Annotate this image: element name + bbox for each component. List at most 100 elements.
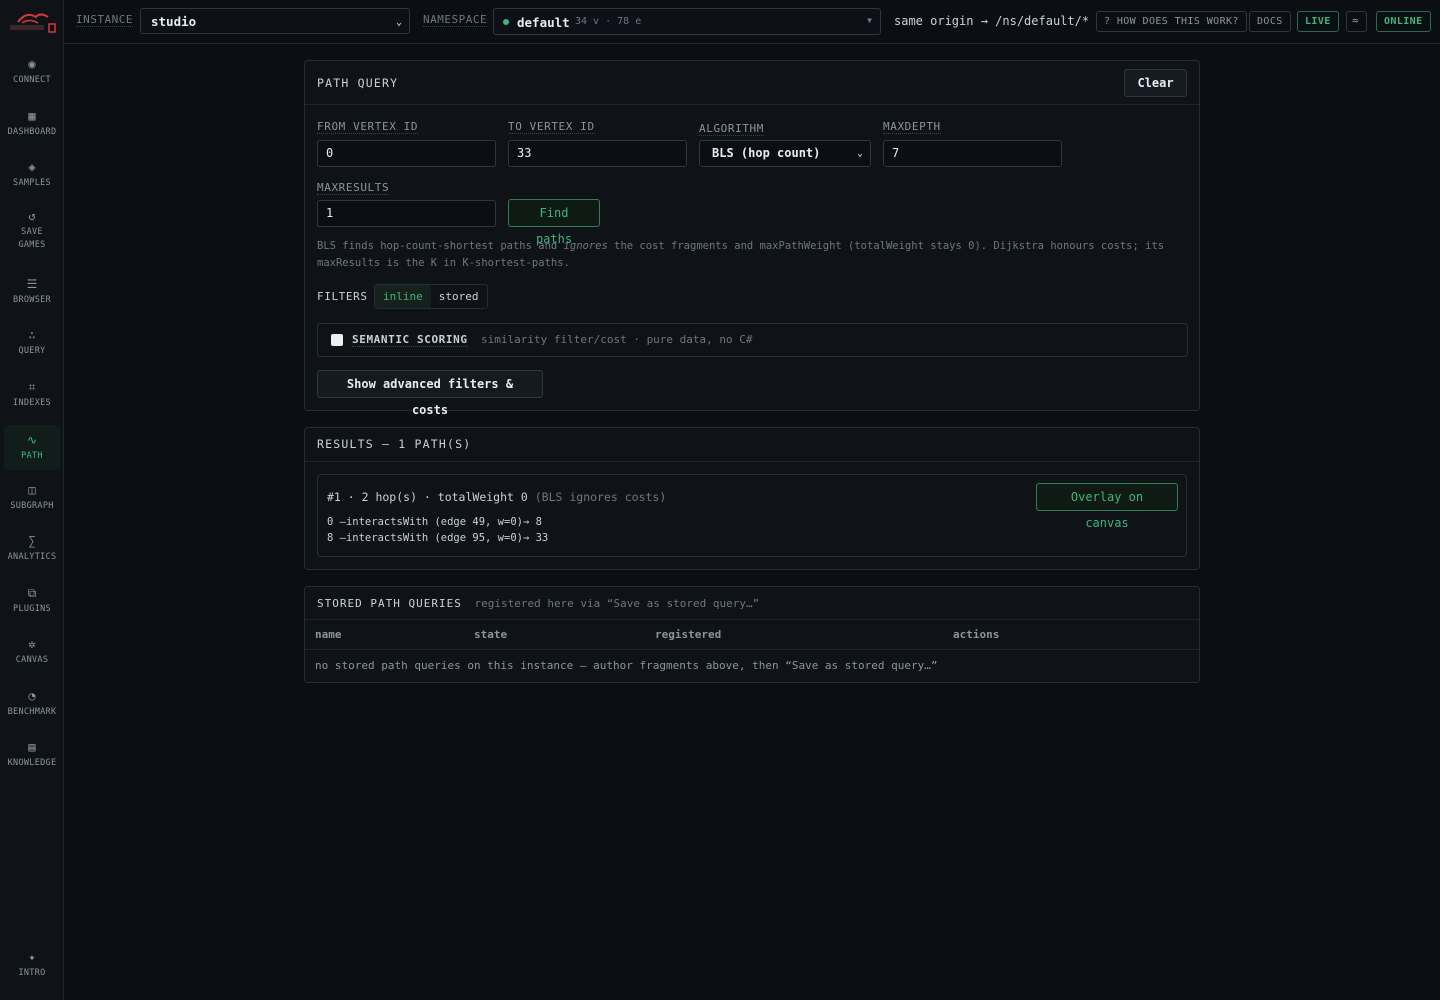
path-result-card: #1 · 2 hop(s) · totalWeight 0 (BLS ignor… <box>317 474 1187 557</box>
sidebar-item-label: QUERY <box>18 346 46 356</box>
results-panel: RESULTS — 1 PATH(S) #1 · 2 hop(s) · tota… <box>304 427 1200 570</box>
note-emphasis: ignores <box>563 240 608 252</box>
filter-stored-tab[interactable]: stored <box>431 285 487 308</box>
sidebar-item-indexes[interactable]: ⌗ INDEXES <box>4 378 60 414</box>
semantic-scoring-checkbox[interactable] <box>331 334 343 346</box>
stored-queries-title: STORED PATH QUERIES <box>317 597 462 610</box>
canvas-icon: ✲ <box>28 637 36 651</box>
path-icon: ∿ <box>26 433 38 447</box>
filters-toggle: inline stored <box>374 284 488 309</box>
app-logo[interactable] <box>6 8 58 36</box>
clear-button[interactable]: Clear <box>1124 69 1187 97</box>
algorithm-label: ALGORITHM <box>699 122 765 136</box>
logo-icon <box>10 13 56 33</box>
dashboard-icon: ▦ <box>28 109 36 123</box>
namespace-select[interactable]: default 34 v · 78 e ▼ <box>493 8 881 35</box>
sidebar-item-browser[interactable]: ☰ BROWSER <box>4 275 60 311</box>
overlay-on-canvas-button[interactable]: Overlay on canvas <box>1036 483 1178 530</box>
sidebar: ◉ CONNECT ▦ DASHBOARD ◈ SAMPLES ↺ SAVE GAMES ☰ BR… <box>0 0 64 1000</box>
algorithm-value: BLS (hop count) <box>712 146 821 160</box>
table-header-row: name state registered actions <box>305 619 1199 650</box>
show-advanced-button[interactable]: Show advanced filters & costs <box>317 370 543 417</box>
from-vertex-input[interactable]: 0 <box>317 140 496 167</box>
sidebar-item-intro[interactable]: ✦ INTRO <box>4 950 60 980</box>
sidebar-item-connect[interactable]: ◉ CONNECT <box>4 55 60 91</box>
path-hop: 0 —interactsWith (edge 49, w=0)→ 8 <box>327 516 542 528</box>
path-summary: #1 · 2 hop(s) · totalWeight 0 <box>327 490 528 504</box>
sidebar-item-benchmark[interactable]: ◔ BENCHMARK <box>4 687 60 723</box>
from-vertex-label: FROM VERTEX ID <box>317 120 419 134</box>
namespace-label: NAMESPACE <box>423 13 488 27</box>
note-text-line2: maxResults is the K in K-shortest-paths. <box>317 257 570 269</box>
sidebar-item-label: KNOWLEDGE <box>7 758 57 768</box>
note-text-a: BLS finds hop-count-shortest paths and <box>317 240 564 252</box>
sidebar-item-label: BENCHMARK <box>7 707 57 717</box>
filter-inline-tab[interactable]: inline <box>375 285 431 308</box>
live-toggle[interactable]: LIVE <box>1297 11 1339 32</box>
instance-label: INSTANCE <box>76 13 133 27</box>
sidebar-item-subgraph[interactable]: ◫ SUBGRAPH <box>4 481 60 517</box>
sidebar-item-label: CANVAS <box>15 655 49 665</box>
sidebar-item-label: PATH <box>21 451 43 461</box>
sidebar-item-label: SAVE GAMES <box>18 227 46 250</box>
help-button[interactable]: ? HOW DOES THIS WORK? <box>1096 11 1247 32</box>
benchmark-icon: ◔ <box>28 689 36 703</box>
maxresults-label: MAXRESULTS <box>317 181 390 195</box>
docs-button[interactable]: DOCS <box>1249 11 1291 32</box>
algorithm-note: BLS finds hop-count-shortest paths and i… <box>317 238 1189 272</box>
maxresults-input[interactable]: 1 <box>317 200 496 227</box>
path-query-panel: PATH QUERY Clear FROM VERTEX ID 0 TO VER… <box>304 60 1200 417</box>
column-header-actions: actions <box>943 619 1199 650</box>
algorithm-select[interactable]: BLS (hop count) ⌄ <box>699 140 871 167</box>
sidebar-item-label: DASHBOARD <box>7 127 57 137</box>
chevron-down-icon: ⌄ <box>856 148 863 159</box>
sidebar-item-samples[interactable]: ◈ SAMPLES <box>4 158 60 194</box>
sidebar-item-canvas[interactable]: ✲ CANVAS <box>4 635 60 671</box>
sidebar-item-plugins[interactable]: ⧉ PLUGINS <box>4 584 60 620</box>
sidebar-item-label: CONNECT <box>13 75 51 85</box>
save-games-icon: ↺ <box>28 209 36 223</box>
namespace-stats: 34 v · 78 e <box>575 16 642 27</box>
browser-icon: ☰ <box>26 277 38 291</box>
knowledge-icon: ▤ <box>28 740 36 754</box>
path-result-head: #1 · 2 hop(s) · totalWeight 0 (BLS ignor… <box>327 490 666 504</box>
maxdepth-input[interactable]: 7 <box>883 140 1062 167</box>
column-header-state: state <box>464 619 645 650</box>
filters-label: FILTERS <box>317 290 368 303</box>
find-paths-button[interactable]: Find paths <box>508 199 600 246</box>
sidebar-item-save-games[interactable]: ↺ SAVE GAMES <box>4 207 60 262</box>
chevron-down-icon: ⌄ <box>395 17 402 28</box>
subgraph-icon: ◫ <box>28 483 36 497</box>
sidebar-item-query[interactable]: ∴ QUERY <box>4 326 60 362</box>
sidebar-item-analytics[interactable]: ∑ ANALYTICS <box>4 532 60 568</box>
sidebar-item-label: SAMPLES <box>13 178 51 188</box>
plugins-icon: ⧉ <box>27 586 37 600</box>
instance-value: studio <box>151 14 197 29</box>
to-vertex-input[interactable]: 33 <box>508 140 687 167</box>
stored-queries-table: name state registered actions no stored … <box>305 619 1199 681</box>
sidebar-item-label: BROWSER <box>13 295 51 305</box>
sidebar-item-path[interactable]: ∿ PATH <box>4 425 60 470</box>
sidebar-item-knowledge[interactable]: ▤ KNOWLEDGE <box>4 738 60 774</box>
path-hop: 8 —interactsWith (edge 95, w=0)→ 33 <box>327 532 549 544</box>
sidebar-item-label: INTRO <box>18 968 46 978</box>
sidebar-item-label: INDEXES <box>13 398 51 408</box>
empty-state-text: no stored path queries on this instance … <box>315 658 938 672</box>
stored-queries-header: STORED PATH QUERIES registered here via … <box>305 587 1199 619</box>
path-summary-note: (BLS ignores costs) <box>534 490 667 504</box>
namespace-value: default <box>517 15 570 30</box>
analytics-icon: ∑ <box>28 534 36 548</box>
query-icon: ∴ <box>28 328 36 342</box>
connect-icon: ◉ <box>28 57 36 71</box>
pattern-icon[interactable]: ≈ <box>1346 11 1367 32</box>
sidebar-item-label: ANALYTICS <box>7 552 57 562</box>
semantic-scoring-desc: similarity filter/cost · pure data, no C… <box>481 333 753 346</box>
sidebar-item-label: SUBGRAPH <box>10 501 54 511</box>
sidebar-item-dashboard[interactable]: ▦ DASHBOARD <box>4 107 60 143</box>
instance-select[interactable]: studio ⌄ <box>140 8 410 34</box>
maxdepth-label: MAXDEPTH <box>883 120 941 134</box>
top-bar: INSTANCE studio ⌄ NAMESPACE default 34 v… <box>64 0 1440 44</box>
path-query-title: PATH QUERY <box>305 61 1199 105</box>
table-row: no stored path queries on this instance … <box>305 650 1199 681</box>
stored-queries-panel: STORED PATH QUERIES registered here via … <box>304 586 1200 683</box>
